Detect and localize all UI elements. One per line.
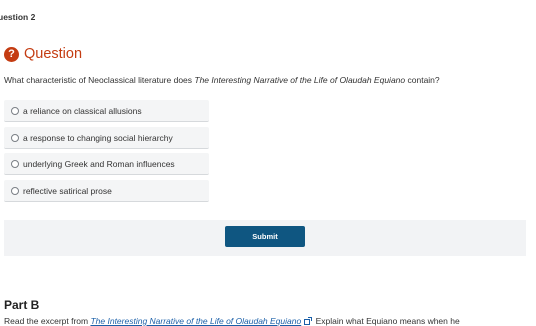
part-b-title: Part B: [4, 298, 40, 312]
question-mark-icon: ?: [4, 46, 19, 62]
excerpt-link[interactable]: The Interesting Narrative of the Life of…: [90, 316, 301, 326]
radio-button[interactable]: [11, 159, 19, 168]
question-prompt: What characteristic of Neoclassical lite…: [4, 75, 440, 85]
answer-option-label: underlying Greek and Roman influences: [23, 158, 175, 169]
external-link-icon[interactable]: [304, 317, 313, 325]
submit-button[interactable]: Submit: [225, 226, 305, 247]
answer-option-1[interactable]: a reliance on classical allusions: [4, 100, 209, 122]
question-title: Question: [24, 46, 83, 62]
answer-option-label: a reliance on classical allusions: [23, 105, 142, 116]
prompt-text-end: contain?: [405, 75, 440, 85]
radio-button[interactable]: [11, 186, 19, 195]
question-header: ? Question: [4, 44, 82, 64]
question-number: uestion 2: [0, 12, 36, 22]
radio-button[interactable]: [11, 106, 19, 115]
answer-option-label: a response to changing social hierarchy: [23, 132, 173, 143]
part-b-text-end: Explain what Equiano means when he: [313, 316, 460, 326]
prompt-book-title: The Interesting Narrative of the Life of…: [194, 75, 406, 85]
part-b-instructions: Read the excerpt from The Interesting Na…: [4, 316, 460, 326]
part-b-text: Read the excerpt from: [4, 316, 91, 326]
answer-option-4[interactable]: reflective satirical prose: [4, 180, 209, 202]
answer-option-2[interactable]: a response to changing social hierarchy: [4, 127, 209, 149]
answer-option-label: reflective satirical prose: [23, 185, 112, 196]
radio-button[interactable]: [11, 133, 19, 142]
submit-bar: Submit: [4, 220, 526, 256]
prompt-text: What characteristic of Neoclassical lite…: [4, 75, 195, 85]
answer-option-3[interactable]: underlying Greek and Roman influences: [4, 153, 209, 175]
